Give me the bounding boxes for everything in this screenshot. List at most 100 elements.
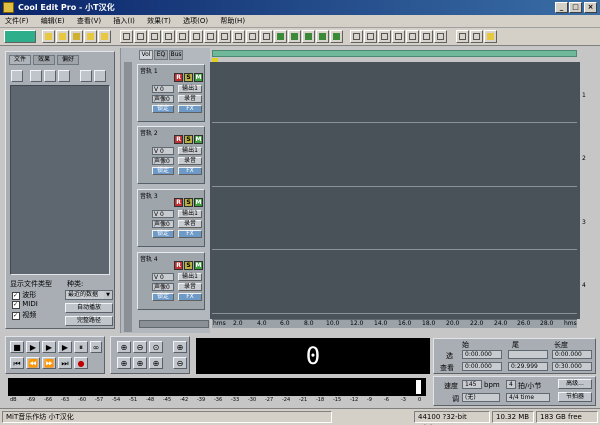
track-output-button[interactable]: 输出1 xyxy=(178,210,202,218)
mode-switch-button[interactable] xyxy=(4,30,36,43)
zoom-right-icon[interactable]: ⊕ xyxy=(133,357,147,369)
track-fx-button[interactable]: FX xyxy=(178,105,202,113)
tab-bus[interactable]: Bus xyxy=(169,50,183,60)
time-signature-select[interactable]: 4/4 time xyxy=(506,393,550,402)
menu-help[interactable]: 帮助(H) xyxy=(215,15,250,28)
menu-insert[interactable]: 插入(I) xyxy=(108,15,140,28)
effect6-icon[interactable] xyxy=(420,30,433,43)
settings-icon[interactable] xyxy=(456,30,469,43)
new-icon[interactable] xyxy=(42,30,55,43)
effect2-icon[interactable] xyxy=(364,30,377,43)
mute-button[interactable]: M xyxy=(194,261,203,270)
play-to-end-button[interactable]: ▶ xyxy=(42,341,56,353)
menu-view[interactable]: 查看(V) xyxy=(72,15,106,28)
sort-select[interactable]: 最近的数据 ▼ xyxy=(65,290,113,300)
track-record-button[interactable]: 录音 xyxy=(178,220,202,228)
go-to-end-button[interactable]: ⏭ xyxy=(58,357,72,369)
zoom-vertical-in-icon[interactable]: ⊕ xyxy=(173,341,187,353)
record-arm-button[interactable]: R xyxy=(174,198,183,207)
metronome-button[interactable]: 节拍器 xyxy=(558,392,592,402)
track-pan[interactable]: 声像0 xyxy=(152,283,174,291)
checkbox-waveform[interactable]: ✓ xyxy=(12,292,20,300)
record-arm-button[interactable]: R xyxy=(174,73,183,82)
view-end-field[interactable]: 0:29.999 xyxy=(508,362,548,371)
menu-edit[interactable]: 编辑(E) xyxy=(36,15,70,28)
solo-button[interactable]: S xyxy=(184,73,193,82)
full-path-button[interactable]: 完整路径 xyxy=(65,316,113,326)
snap-icon[interactable] xyxy=(302,30,315,43)
track-volume[interactable]: V 0 xyxy=(152,85,174,93)
record-arm-button[interactable]: R xyxy=(174,135,183,144)
type-waveform[interactable]: ✓ 波形 xyxy=(12,290,36,300)
go-to-start-button[interactable]: ⏮ xyxy=(10,357,24,369)
file-list[interactable] xyxy=(10,85,110,275)
mixdown-icon[interactable] xyxy=(260,30,273,43)
track-pan[interactable]: 声像0 xyxy=(152,95,174,103)
record-button[interactable]: ● xyxy=(74,357,88,369)
maximize-button[interactable]: □ xyxy=(569,2,582,13)
play-looped-button[interactable]: ▶ xyxy=(58,341,72,353)
track-icon[interactable] xyxy=(246,30,259,43)
redo-icon[interactable] xyxy=(134,30,147,43)
selection-start-field[interactable]: 0:00.000 xyxy=(462,350,502,359)
save-icon[interactable] xyxy=(84,30,97,43)
track-record-button[interactable]: 录音 xyxy=(178,95,202,103)
edit-file-icon[interactable] xyxy=(58,70,70,82)
zoom-full-icon[interactable]: ⊙ xyxy=(149,341,163,353)
track-header-3[interactable]: 音轨 3 R S M V 0 输出1 声像0 录音 锁定 FX xyxy=(137,189,205,247)
open-icon[interactable] xyxy=(56,30,69,43)
track-record-button[interactable]: 录音 xyxy=(178,283,202,291)
track-fx-button[interactable]: FX xyxy=(178,230,202,238)
stop-button[interactable]: ■ xyxy=(10,341,24,353)
minimize-button[interactable]: _ xyxy=(555,2,568,13)
checkbox-video[interactable]: ✓ xyxy=(12,312,20,320)
time-ruler[interactable]: hms 2.0 4.0 6.0 8.0 10.0 12.0 14.0 16.0 … xyxy=(212,319,577,328)
move-icon[interactable] xyxy=(218,30,231,43)
track-lock-button[interactable]: 锁定 xyxy=(152,105,174,113)
effect3-icon[interactable] xyxy=(378,30,391,43)
close-file-icon[interactable] xyxy=(44,70,56,82)
close-button[interactable]: × xyxy=(584,2,597,13)
type-midi[interactable]: ✓ MIDI xyxy=(12,300,38,309)
track-output-button[interactable]: 输出1 xyxy=(178,147,202,155)
delete-icon[interactable] xyxy=(190,30,203,43)
paste-icon[interactable] xyxy=(176,30,189,43)
group-icon[interactable] xyxy=(316,30,329,43)
hybrid-icon[interactable] xyxy=(232,30,245,43)
solo-button[interactable]: S xyxy=(184,135,193,144)
beats-field[interactable]: 4 xyxy=(506,380,516,389)
zoom-vertical-out-icon[interactable]: ⊖ xyxy=(173,357,187,369)
chevron-down-icon[interactable]: ▼ xyxy=(104,291,112,299)
track-horizontal-scroll[interactable] xyxy=(139,320,209,328)
record-arm-button[interactable]: R xyxy=(174,261,183,270)
track-output-button[interactable]: 输出1 xyxy=(178,85,202,93)
open-session-icon[interactable] xyxy=(70,30,83,43)
play-file-icon[interactable] xyxy=(80,70,92,82)
effect1-icon[interactable] xyxy=(350,30,363,43)
track-scrollbar[interactable] xyxy=(124,62,132,332)
tempo-field[interactable]: 145 xyxy=(462,380,482,389)
insert-icon[interactable] xyxy=(30,70,42,82)
mute-button[interactable]: M xyxy=(194,198,203,207)
solo-button[interactable]: S xyxy=(184,261,193,270)
zoom-out-icon[interactable]: ⊖ xyxy=(133,341,147,353)
track-header-2[interactable]: 音轨 2 R S M V 0 输出1 声像0 录音 锁定 FX xyxy=(137,126,205,184)
track-pan[interactable]: 声像0 xyxy=(152,157,174,165)
play-button[interactable]: ▶ xyxy=(26,341,40,353)
track-header-1[interactable]: 音轨 1 R S M V 0 输出1 声像0 录音 锁定 FX xyxy=(137,64,205,122)
track-lock-button[interactable]: 锁定 xyxy=(152,230,174,238)
solo-button[interactable]: S xyxy=(184,198,193,207)
track-header-4[interactable]: 音轨 4 R S M V 0 输出1 声像0 录音 锁定 FX xyxy=(137,252,205,310)
track-fx-button[interactable]: FX xyxy=(178,167,202,175)
loop-icon[interactable] xyxy=(274,30,287,43)
track-lane-4[interactable] xyxy=(212,254,577,314)
zoom-in-icon[interactable]: ⊕ xyxy=(117,341,131,353)
loop-button[interactable]: ∞ xyxy=(90,341,102,353)
type-video[interactable]: ✓ 视频 xyxy=(12,310,36,320)
view-length-field[interactable]: 0:30.000 xyxy=(552,362,592,371)
time-select-icon[interactable] xyxy=(204,30,217,43)
tab-favorites[interactable]: 偏好 xyxy=(57,55,79,65)
help-file-icon[interactable] xyxy=(94,70,106,82)
zoom-selection-icon[interactable]: ⊕ xyxy=(149,357,163,369)
advanced-button[interactable]: 高级... xyxy=(558,379,592,389)
